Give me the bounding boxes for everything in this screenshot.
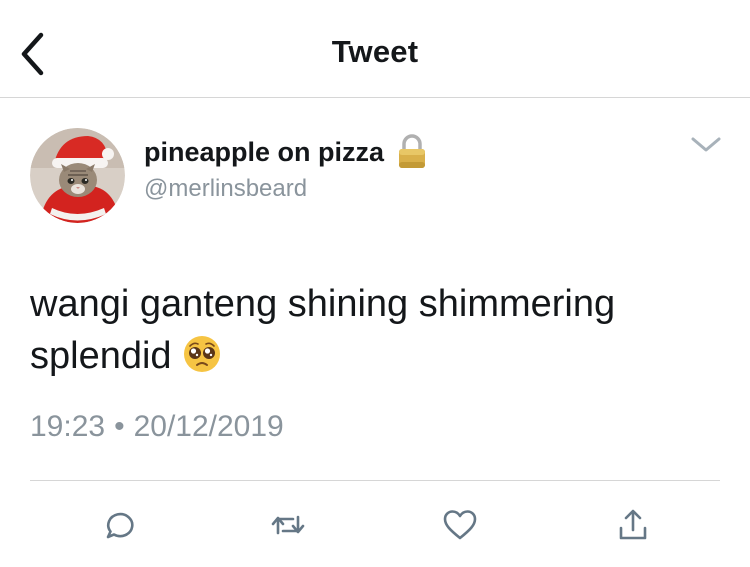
chevron-down-icon	[691, 137, 721, 152]
comment-icon	[106, 512, 134, 539]
author-display-name[interactable]: pineapple on pizza	[144, 134, 428, 170]
retweet-icon	[271, 515, 305, 535]
tweet-text: wangi ganteng shining shimmering splendi…	[30, 278, 720, 382]
tweet-text-content: wangi ganteng shining shimmering splendi…	[30, 283, 616, 377]
navigation-bar: Tweet	[0, 0, 750, 98]
page-title: Tweet	[331, 34, 419, 69]
tweet-date: 20/12/2019	[133, 410, 284, 443]
tweet-timestamp: 19:23 • 20/12/2019	[30, 410, 284, 444]
tweet-time: 19:23	[30, 410, 106, 443]
lock-icon	[396, 134, 428, 170]
share-button[interactable]	[613, 505, 653, 545]
retweet-button[interactable]	[268, 505, 308, 545]
heart-icon	[443, 510, 477, 540]
author-handle[interactable]: @merlinsbeard	[144, 175, 307, 203]
share-icon	[619, 509, 647, 540]
divider	[30, 480, 720, 481]
like-button[interactable]	[440, 505, 480, 545]
avatar[interactable]	[30, 128, 125, 223]
cat-avatar-image	[30, 128, 125, 223]
reply-button[interactable]	[98, 505, 138, 545]
display-name-text: pineapple on pizza	[144, 136, 385, 167]
meta-separator: •	[114, 410, 125, 443]
more-options-button[interactable]	[688, 130, 724, 160]
pleading-face-emoji	[182, 334, 222, 374]
